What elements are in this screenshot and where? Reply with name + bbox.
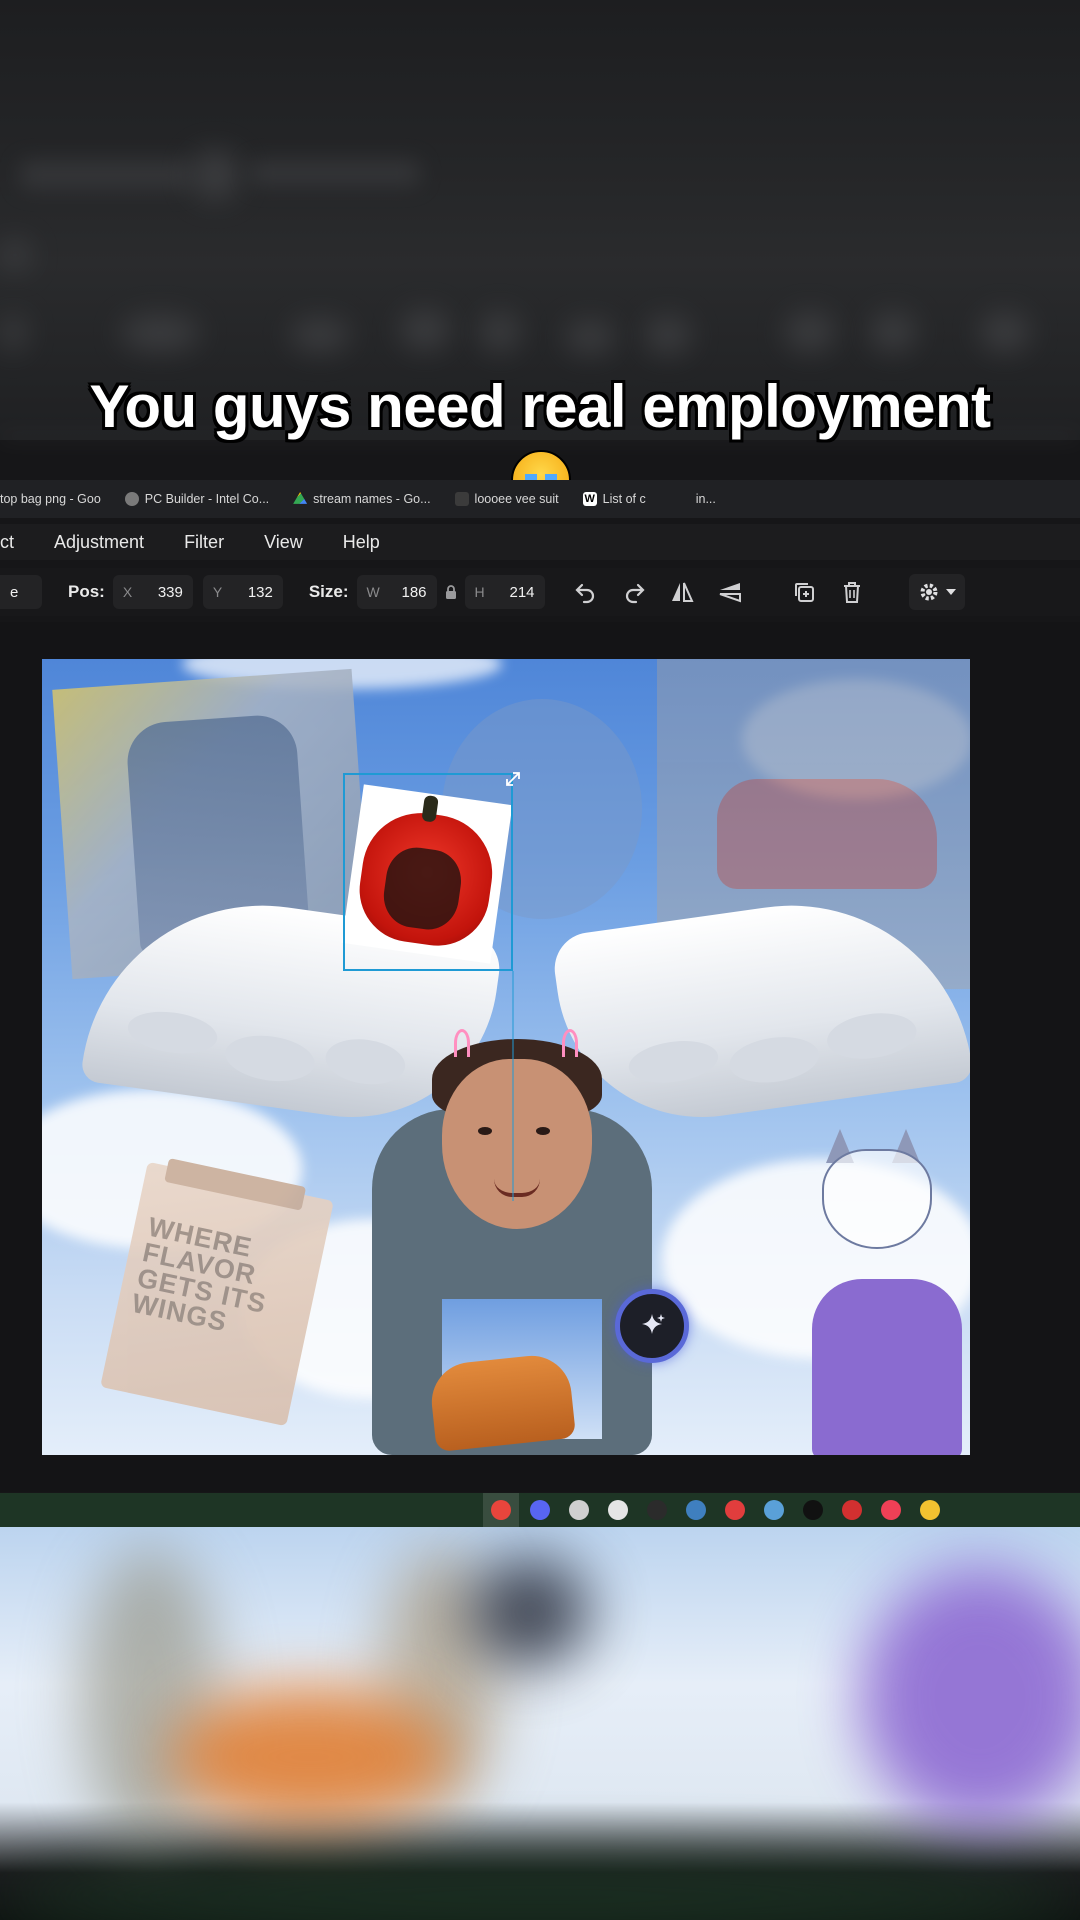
editor-menu-bar: ct Adjustment Filter View Help bbox=[0, 524, 1080, 560]
y-value: 132 bbox=[247, 583, 273, 601]
drive-icon bbox=[293, 492, 308, 504]
screen: You guys need real employment top bag pn… bbox=[0, 0, 1080, 1920]
chrome-icon[interactable] bbox=[491, 1500, 511, 1520]
x-label: X bbox=[122, 584, 133, 600]
right-horn bbox=[562, 1029, 578, 1057]
x-value: 339 bbox=[157, 583, 183, 601]
redo-icon[interactable] bbox=[617, 575, 651, 609]
w-label: W bbox=[366, 584, 380, 600]
blurred-background-bottom bbox=[0, 1527, 1080, 1920]
right-eye bbox=[536, 1127, 550, 1135]
w-value: 186 bbox=[401, 583, 427, 601]
red-app-2-icon[interactable] bbox=[842, 1500, 862, 1520]
bookmark-label: List of c bbox=[602, 492, 646, 506]
settings-icon bbox=[920, 583, 938, 601]
alignment-guide bbox=[512, 971, 514, 1201]
image-canvas[interactable]: WHERE FLAVOR GETS ITS WINGS bbox=[42, 659, 970, 1455]
pc-builder-icon bbox=[124, 492, 139, 506]
flip-vertical-icon[interactable] bbox=[713, 575, 747, 609]
pos-x-input[interactable]: X 339 bbox=[112, 575, 193, 609]
editor-icon[interactable] bbox=[686, 1500, 706, 1520]
discord-icon[interactable] bbox=[530, 1500, 550, 1520]
h-value: 214 bbox=[509, 583, 535, 601]
bookmark-label: top bag png - Goo bbox=[0, 492, 101, 506]
size-w-input[interactable]: W 186 bbox=[356, 575, 437, 609]
left-horn bbox=[454, 1029, 470, 1057]
flip-horizontal-icon[interactable] bbox=[665, 575, 699, 609]
blend-mode-select[interactable]: e bbox=[0, 575, 42, 609]
bookmark-item[interactable]: W List of c in... bbox=[571, 492, 728, 506]
obs-icon[interactable] bbox=[569, 1500, 589, 1520]
ai-assist-button[interactable] bbox=[615, 1289, 689, 1363]
delete-icon[interactable] bbox=[835, 575, 869, 609]
left-eye bbox=[478, 1127, 492, 1135]
size-label: Size: bbox=[308, 582, 349, 601]
menu-filter[interactable]: Filter bbox=[164, 532, 244, 553]
cat-drawing-layer bbox=[812, 1129, 962, 1455]
undo-icon[interactable] bbox=[569, 575, 603, 609]
steam-icon[interactable] bbox=[764, 1500, 784, 1520]
bookmark-label: loooee vee suit bbox=[474, 492, 559, 506]
red-app-icon[interactable] bbox=[725, 1500, 745, 1520]
transform-toolbar: e Pos: X 339 Y 132 Size: W 186 H 214 bbox=[0, 568, 1080, 616]
sparkle-icon bbox=[642, 1314, 665, 1334]
bread-layer bbox=[427, 1351, 577, 1453]
menu-adjustment[interactable]: Adjustment bbox=[34, 532, 164, 553]
h-label: H bbox=[474, 584, 485, 600]
bookmark-label: stream names - Go... bbox=[313, 492, 431, 506]
resize-handle-icon[interactable] bbox=[504, 770, 522, 788]
pocket-icon[interactable] bbox=[881, 1500, 901, 1520]
lock-aspect-icon[interactable] bbox=[441, 575, 461, 609]
duplicate-icon[interactable] bbox=[787, 575, 821, 609]
bookmark-item[interactable]: top bag png - Goo bbox=[0, 492, 113, 506]
lv-icon bbox=[454, 492, 469, 506]
bookmark-item[interactable]: stream names - Go... bbox=[281, 492, 442, 506]
app-icon[interactable] bbox=[608, 1500, 628, 1520]
y-label: Y bbox=[212, 584, 223, 600]
pos-label: Pos: bbox=[68, 582, 105, 601]
bookmarks-bar: top bag png - Goo PC Builder - Intel Co.… bbox=[0, 480, 1080, 518]
bookmark-label: in... bbox=[695, 492, 716, 506]
chevron-down-icon bbox=[945, 589, 956, 595]
selection-bounding-box[interactable] bbox=[343, 773, 513, 971]
settings-dropdown[interactable] bbox=[908, 574, 965, 610]
menu-help[interactable]: Help bbox=[323, 532, 400, 553]
size-h-input[interactable]: H 214 bbox=[464, 575, 545, 609]
bookmark-item[interactable]: PC Builder - Intel Co... bbox=[113, 492, 281, 506]
pos-y-input[interactable]: Y 132 bbox=[202, 575, 283, 609]
bookmark-item[interactable]: loooee vee suit bbox=[443, 492, 571, 506]
bookmark-label: PC Builder - Intel Co... bbox=[144, 492, 270, 506]
video-caption: You guys need real employment bbox=[89, 373, 991, 440]
epic-games-icon[interactable] bbox=[647, 1500, 667, 1520]
file-explorer-icon[interactable] bbox=[920, 1500, 940, 1520]
face-layer bbox=[442, 1059, 592, 1229]
menu-view[interactable]: View bbox=[244, 532, 323, 553]
wikipedia-icon: W bbox=[582, 492, 597, 506]
github-icon[interactable] bbox=[803, 1500, 823, 1520]
menu-select[interactable]: ct bbox=[0, 532, 34, 553]
blend-mode-value: e bbox=[10, 583, 19, 601]
